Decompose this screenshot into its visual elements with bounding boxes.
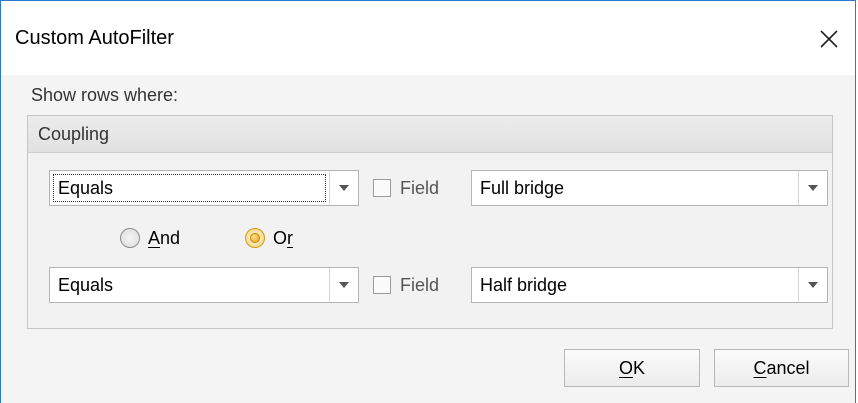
ok-label-underlined: O — [618, 357, 633, 378]
value2-dropdown-button[interactable] — [798, 268, 827, 302]
close-icon — [820, 30, 838, 48]
or-label: Or — [273, 227, 294, 248]
dialog-title: Custom AutoFilter — [15, 27, 174, 49]
group-header: Coupling — [28, 116, 832, 153]
close-button[interactable] — [809, 19, 849, 59]
operator2-dropdown-button[interactable] — [329, 268, 358, 302]
operator1-select[interactable]: Equals — [49, 170, 359, 206]
show-rows-label: Show rows where: — [31, 85, 179, 105]
chevron-down-icon — [808, 282, 818, 288]
field2-checkbox[interactable] — [373, 276, 391, 294]
cancel-button[interactable]: Cancel — [714, 349, 849, 387]
operator2-select[interactable]: Equals — [49, 267, 359, 303]
value1-value: Full bridge — [480, 178, 565, 198]
chevron-down-icon — [339, 185, 349, 191]
and-radio[interactable] — [120, 228, 140, 248]
cancel-label-rest: ancel — [766, 357, 810, 378]
field2-label: Field — [400, 274, 440, 295]
operator2-value: Equals — [58, 275, 114, 295]
or-radio-wrap[interactable]: Or — [245, 224, 293, 252]
column-name: Coupling — [38, 124, 110, 144]
custom-autofilter-dialog: Custom AutoFilter Show rows where: Coupl… — [0, 0, 856, 403]
value1-dropdown-button[interactable] — [798, 171, 827, 205]
filter-group: Coupling Equals Field Full bridge And Or… — [27, 115, 833, 329]
and-radio-wrap[interactable]: And — [120, 224, 180, 252]
ok-label-rest: K — [633, 357, 646, 378]
operator1-dropdown-button[interactable] — [329, 171, 358, 205]
and-label: And — [148, 227, 181, 248]
field1-checkbox-wrap[interactable]: Field — [373, 174, 439, 202]
title-bar: Custom AutoFilter — [1, 1, 855, 75]
operator1-value: Equals — [58, 178, 114, 198]
chevron-down-icon — [808, 185, 818, 191]
ok-button[interactable]: OK — [564, 349, 700, 387]
chevron-down-icon — [339, 282, 349, 288]
field1-checkbox[interactable] — [373, 179, 391, 197]
field1-label: Field — [400, 177, 440, 198]
cancel-label-underlined: C — [753, 357, 767, 378]
value2-value: Half bridge — [480, 275, 568, 295]
field2-checkbox-wrap[interactable]: Field — [373, 271, 439, 299]
value2-select[interactable]: Half bridge — [471, 267, 828, 303]
or-radio[interactable] — [245, 228, 265, 248]
value1-select[interactable]: Full bridge — [471, 170, 828, 206]
